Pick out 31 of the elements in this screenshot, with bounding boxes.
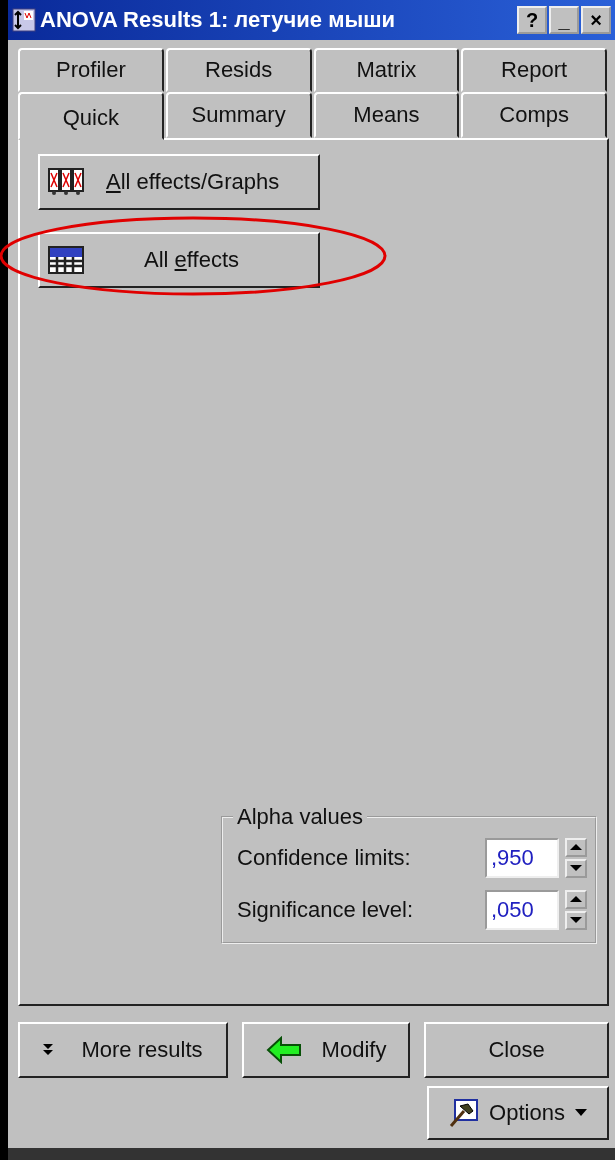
tab[interactable]: Report [461, 48, 607, 92]
window-title: ANOVA Results 1: летучие мыши [40, 7, 397, 33]
field-label: Confidence limits: [237, 845, 412, 871]
footer-button[interactable]: Modify [242, 1022, 410, 1078]
effects-button[interactable]: All effects [38, 232, 320, 288]
dropdown-caret-icon [574, 1109, 587, 1117]
tab[interactable]: Matrix [313, 48, 460, 92]
title-bar-button[interactable]: ? [517, 6, 547, 34]
title-bar-button[interactable]: × [581, 6, 611, 34]
title-bar-button[interactable]: _ [549, 6, 579, 34]
tab[interactable]: Profiler [18, 48, 164, 92]
effects-button[interactable]: All effects/Graphs [38, 154, 320, 210]
tab[interactable]: Quick [18, 92, 164, 140]
graphs-icon [48, 168, 84, 196]
hammer-icon [449, 1098, 480, 1128]
input-field[interactable]: ,050 [485, 890, 559, 930]
tab[interactable]: Means [313, 92, 460, 138]
double-down-icon [43, 1044, 54, 1056]
input-field[interactable]: ,950 [485, 838, 559, 878]
footer-button[interactable]: More results [18, 1022, 228, 1078]
spin-button[interactable] [565, 890, 587, 930]
footer-button[interactable]: Close [424, 1022, 609, 1078]
left-arrow-icon [265, 1036, 302, 1064]
tab[interactable]: Summary [165, 92, 312, 138]
field-label: Significance level: [237, 897, 415, 923]
tab[interactable]: Resids [165, 48, 312, 92]
table-icon [48, 246, 84, 274]
spin-button[interactable] [565, 838, 587, 878]
tab[interactable]: Comps [461, 92, 607, 138]
app-icon [12, 8, 36, 32]
options-button[interactable]: Options [427, 1086, 609, 1140]
